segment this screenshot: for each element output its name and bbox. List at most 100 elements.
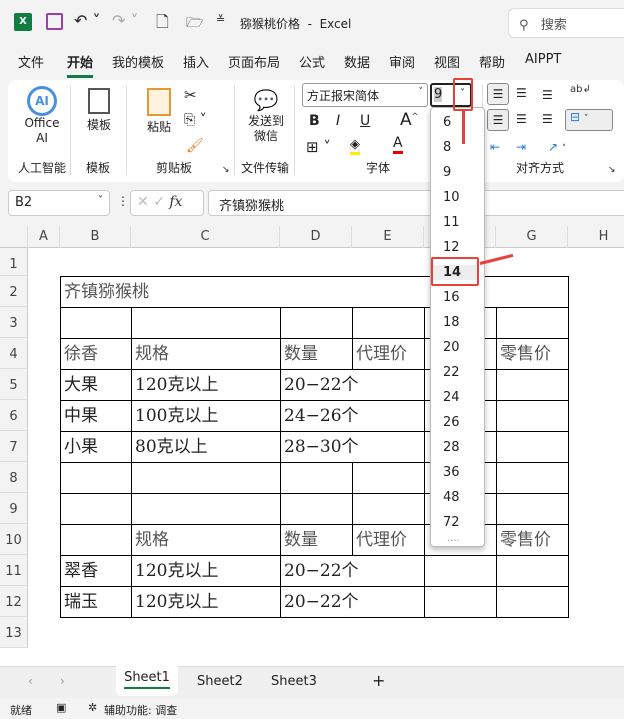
cell[interactable]: 代理价 — [352, 338, 425, 370]
font-size-option-18[interactable]: 18 — [443, 315, 460, 330]
cell[interactable] — [496, 307, 569, 339]
font-size-option-10[interactable]: 10 — [443, 190, 460, 205]
sheet-tab-sheet3[interactable]: Sheet3 — [271, 674, 317, 689]
row-header-11[interactable]: 11 — [0, 555, 28, 586]
cell[interactable]: 20−22个 — [280, 586, 425, 618]
row-header-8[interactable]: 8 — [0, 462, 28, 493]
align-top-button[interactable]: ☰ — [487, 83, 509, 105]
row-header-5[interactable]: 5 — [0, 369, 28, 400]
function-icon[interactable]: fx — [169, 194, 182, 210]
font-size-option-12[interactable]: 12 — [443, 240, 460, 255]
tab-view[interactable]: 视图 — [434, 52, 460, 71]
cell[interactable]: 数量 — [280, 524, 353, 556]
more-options[interactable]: .... — [447, 533, 460, 544]
align-bottom-icon[interactable]: ☰ — [542, 88, 553, 102]
cell[interactable]: 24−26个 — [280, 400, 425, 432]
cell[interactable]: 零售价 — [496, 524, 569, 556]
cell[interactable] — [280, 307, 353, 339]
open-folder-icon[interactable]: 🗁 — [186, 12, 203, 36]
align-middle-icon[interactable]: ☰ — [516, 86, 527, 100]
cell[interactable] — [496, 369, 569, 401]
cell[interactable] — [352, 462, 425, 494]
font-color-icon[interactable]: A — [393, 135, 403, 154]
accessibility-icon[interactable]: ✲ — [88, 701, 97, 714]
font-size-option-20[interactable]: 20 — [443, 340, 460, 355]
cell[interactable]: 120克以上 — [131, 369, 281, 401]
column-header-G[interactable]: G — [496, 226, 568, 248]
select-all-corner[interactable] — [0, 226, 28, 248]
formula-input[interactable]: 齐镇猕猴桃 — [208, 190, 624, 216]
cell[interactable] — [60, 524, 132, 556]
cell[interactable]: 120克以上 — [131, 586, 281, 618]
cell[interactable] — [60, 307, 132, 339]
cell[interactable]: 数量 — [280, 338, 353, 370]
sheet-tab-sheet2[interactable]: Sheet2 — [197, 674, 243, 689]
border-icon[interactable]: ⊞ ˅ — [306, 138, 331, 156]
prev-sheet-icon[interactable]: ‹ — [28, 674, 33, 688]
cell[interactable] — [131, 462, 281, 494]
font-size-option-11[interactable]: 11 — [443, 215, 460, 230]
undo-icon[interactable]: ↶ ˅ — [74, 11, 101, 30]
cell[interactable] — [131, 493, 281, 525]
paste-button[interactable]: 粘贴 — [142, 88, 176, 135]
row-header-2[interactable]: 2 — [0, 276, 28, 307]
confirm-icon[interactable]: ✓ — [153, 194, 165, 210]
increase-indent-icon[interactable]: ⇥ — [516, 140, 526, 154]
dialog-launcher-icon[interactable]: ↘ — [608, 165, 616, 175]
tab-file[interactable]: 文件 — [18, 52, 44, 71]
column-header-D[interactable]: D — [280, 226, 352, 248]
cell[interactable] — [496, 431, 569, 463]
office-ai-button[interactable]: AI Office AI — [20, 86, 64, 154]
cell[interactable]: 齐镇猕猴桃 — [60, 276, 569, 308]
font-size-option-8[interactable]: 8 — [443, 140, 451, 155]
bold-button[interactable]: B — [309, 113, 320, 129]
row-header-4[interactable]: 4 — [0, 338, 28, 369]
row-header-3[interactable]: 3 — [0, 307, 28, 338]
cell[interactable]: 80克以上 — [131, 431, 281, 463]
tab-data[interactable]: 数据 — [344, 52, 370, 71]
font-size-option-26[interactable]: 26 — [443, 415, 460, 430]
column-header-C[interactable]: C — [131, 226, 280, 248]
column-header-H[interactable]: H — [568, 226, 624, 248]
add-sheet-icon[interactable]: + — [372, 671, 385, 690]
cell[interactable] — [496, 493, 569, 525]
tab-review[interactable]: 审阅 — [389, 52, 415, 71]
row-header-13[interactable]: 13 — [0, 617, 28, 648]
next-sheet-icon[interactable]: › — [60, 674, 65, 688]
font-size-option-22[interactable]: 22 — [443, 365, 460, 380]
spreadsheet-grid[interactable]: ABCDEFGH12345678910111213齐镇猕猴桃徐香规格数量代理价零… — [0, 226, 624, 666]
underline-button[interactable]: U — [360, 113, 370, 129]
cell[interactable]: 徐香 — [60, 338, 132, 370]
cell[interactable]: 20−22个 — [280, 369, 425, 401]
cell[interactable]: 100克以上 — [131, 400, 281, 432]
cell[interactable]: 零售价 — [496, 338, 569, 370]
font-size-option-16[interactable]: 16 — [443, 290, 460, 305]
tab-home[interactable]: 开始 — [67, 52, 94, 78]
align-left-button[interactable]: ☰ — [487, 109, 509, 131]
cell[interactable] — [280, 493, 353, 525]
cell[interactable]: 规格 — [131, 338, 281, 370]
wrap-text-icon[interactable]: ab↲ — [570, 84, 591, 95]
italic-button[interactable]: I — [336, 113, 340, 129]
column-header-E[interactable]: E — [352, 226, 424, 248]
template-button[interactable]: 模板 — [84, 88, 114, 133]
tab-formulas[interactable]: 公式 — [299, 52, 325, 71]
search-box[interactable]: ⚲ 搜索 — [508, 8, 624, 38]
accessibility-status[interactable]: 辅助功能: 调查 — [104, 702, 177, 718]
row-header-10[interactable]: 10 — [0, 524, 28, 555]
cell[interactable] — [131, 307, 281, 339]
cell[interactable] — [280, 462, 353, 494]
redo-icon[interactable]: ↷ ˅ — [112, 11, 139, 30]
column-header-B[interactable]: B — [60, 226, 131, 248]
tab-aippt[interactable]: AIPPT — [525, 52, 561, 67]
cell[interactable]: 代理价 — [352, 524, 425, 556]
tab-page-layout[interactable]: 页面布局 — [228, 52, 280, 71]
name-box[interactable]: B2 ˅ — [8, 190, 110, 216]
column-header-A[interactable]: A — [28, 226, 60, 248]
new-file-icon[interactable]: 🗋 — [156, 11, 169, 38]
decrease-indent-icon[interactable]: ⇤ — [490, 140, 500, 154]
send-wechat-button[interactable]: 💬 发送到微信 — [244, 88, 288, 144]
cell[interactable]: 28−30个 — [280, 431, 425, 463]
align-right-icon[interactable]: ☰ — [542, 112, 553, 126]
font-size-option-28[interactable]: 28 — [443, 440, 460, 455]
